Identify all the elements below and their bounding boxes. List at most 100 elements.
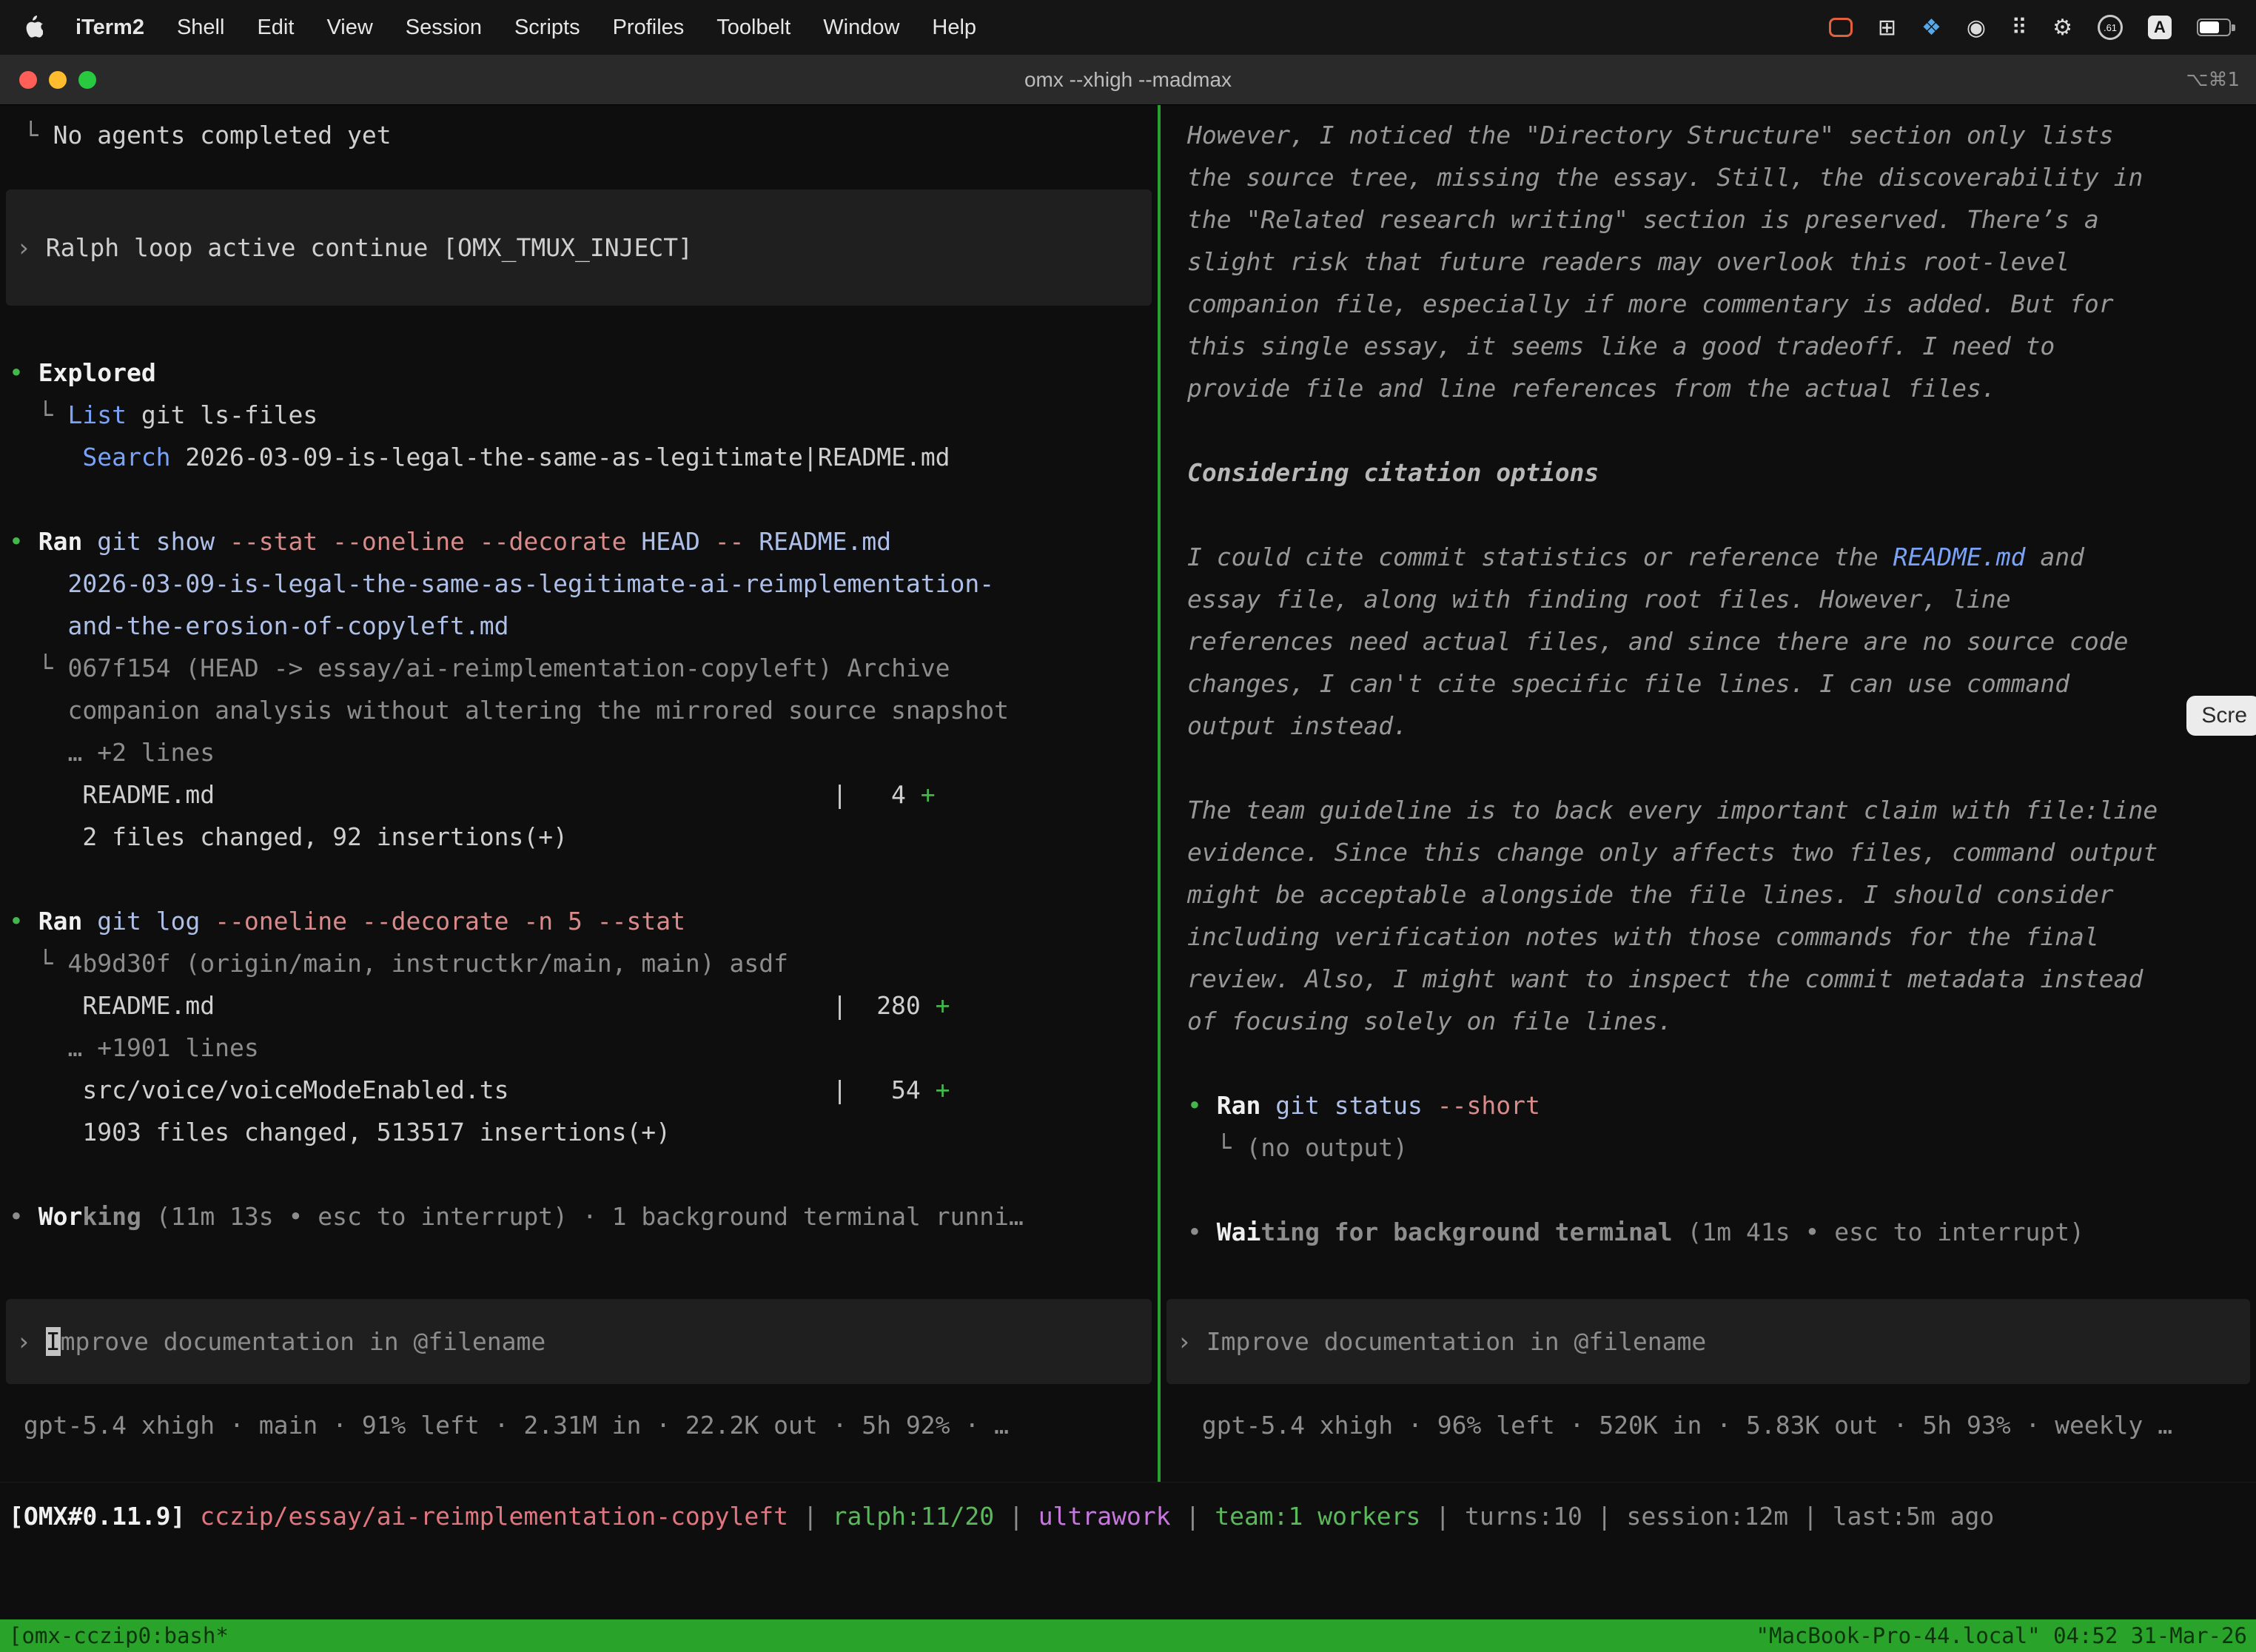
terminal-line: README.md | 4 +	[0, 773, 1158, 816]
text-segment	[9, 443, 82, 471]
text-segment: essay file, along with finding root file…	[1187, 585, 2011, 614]
text-segment: slight risk that future readers may over…	[1187, 247, 2069, 276]
terminal-line: └ 4b9d30f (origin/main, instructkr/main,…	[0, 942, 1158, 984]
close-window-button[interactable]	[19, 71, 37, 89]
spacer	[1161, 747, 2256, 789]
menu-item-session[interactable]: Session	[389, 16, 498, 40]
text-segment: README.md | 4	[9, 780, 921, 809]
text-segment: └	[9, 400, 67, 429]
text-segment: gpt-5.4 xhigh · main · 91% left · 2.31M …	[9, 1411, 1009, 1440]
text-segment	[185, 1502, 200, 1531]
text-segment: cczip/essay/ai-reimplementation-copyleft	[200, 1502, 788, 1531]
window-title-bar[interactable]: omx --xhigh --madmax ⌥⌘1	[0, 55, 2256, 105]
text-segment: Wor	[38, 1202, 83, 1231]
spacer	[0, 858, 1158, 900]
terminal-line: README.md | 280 +	[0, 984, 1158, 1027]
terminal-line: review. Also, I might want to inspect th…	[1161, 958, 2256, 1000]
text-segment: •	[9, 907, 38, 936]
terminal-line: references need actual files, and since …	[1161, 620, 2256, 662]
spacer	[0, 1153, 1158, 1195]
text-segment: Ran	[38, 527, 83, 556]
text-segment: review. Also, I might want to inspect th…	[1187, 964, 2143, 993]
text-segment: 2026-03-09-is-legal-the-same-as-legitima…	[9, 569, 994, 598]
terminal-line: └ List git ls-files	[0, 394, 1158, 436]
spacer	[1161, 409, 2256, 451]
terminal-line: and-the-erosion-of-copyleft.md	[0, 605, 1158, 647]
terminal-line: └ 067f154 (HEAD -> essay/ai-reimplementa…	[0, 647, 1158, 689]
input-placeholder: mprove documentation in @filename	[61, 1327, 546, 1356]
window-title: omx --xhigh --madmax	[0, 68, 2256, 92]
settings-gear-icon[interactable]: ⚙	[2052, 15, 2072, 41]
window-shortcut-label: ⌥⌘1	[2186, 69, 2256, 91]
menu-item-window[interactable]: Window	[807, 16, 916, 40]
app-status-icon[interactable]: ❖	[1921, 15, 1941, 41]
menu-item-edit[interactable]: Edit	[241, 16, 310, 40]
terminal-line: including verification notes with those …	[1161, 916, 2256, 958]
menu-item-toolbelt[interactable]: Toolbelt	[700, 16, 807, 40]
gauge-icon[interactable]: .61	[2098, 15, 2123, 40]
grid-menu-icon[interactable]: ⠿	[2011, 15, 2027, 41]
right-pane[interactable]: However, I noticed the "Directory Struct…	[1161, 105, 2256, 1482]
text-segment: |	[1420, 1502, 1465, 1531]
text-segment: +	[936, 1075, 950, 1104]
menu-item-scripts[interactable]: Scripts	[498, 16, 597, 40]
round-app-icon[interactable]: ◉	[1967, 15, 1986, 41]
text-segment: might be acceptable alongside the file l…	[1187, 880, 2114, 909]
terminal-line: 2 files changed, 92 insertions(+)	[0, 816, 1158, 858]
model-status-line-left: gpt-5.4 xhigh · main · 91% left · 2.31M …	[0, 1404, 1158, 1446]
text-segment: └	[9, 121, 53, 150]
text-segment: ting for background terminal	[1260, 1218, 1672, 1246]
window-tiling-icon[interactable]: ⊞	[1878, 15, 1896, 41]
terminal-line: output instead.	[1161, 705, 2256, 747]
terminal-line: 1903 files changed, 513517 insertions(+)	[0, 1111, 1158, 1153]
left-pane[interactable]: └ No agents completed yet › Ralph loop ac…	[0, 105, 1158, 1482]
text-segment: references need actual files, and since …	[1187, 627, 2129, 656]
screen-recording-indicator[interactable]	[1829, 18, 1853, 37]
text-segment: the "Related research writing" section i…	[1187, 205, 2099, 234]
menu-item-shell[interactable]: Shell	[161, 16, 241, 40]
tmux-panes: └ No agents completed yet › Ralph loop ac…	[0, 105, 2256, 1483]
text-segment: •	[1187, 1218, 1217, 1246]
text-segment: (1m 41s • esc to interrupt)	[1688, 1218, 2084, 1246]
zoom-window-button[interactable]	[78, 71, 96, 89]
text-segment: Explored	[38, 358, 156, 387]
text-segment: README.md	[1893, 543, 2026, 571]
terminal-line: However, I noticed the "Directory Struct…	[1161, 114, 2256, 156]
terminal-line: this single essay, it seems like a good …	[1161, 325, 2256, 367]
screen-share-tooltip: Scre	[2186, 696, 2256, 736]
menu-item-help[interactable]: Help	[916, 16, 993, 40]
prompt-input-left[interactable]: › Improve documentation in @filename	[6, 1299, 1152, 1384]
traffic-lights	[0, 71, 96, 89]
text-segment: src/voice/voiceModeEnabled.ts | 54	[9, 1075, 936, 1104]
text-segment: No agents completed yet	[53, 121, 392, 150]
text-segment: git status	[1275, 1091, 1437, 1120]
terminal-line: provide file and line references from th…	[1161, 367, 2256, 409]
input-source-icon[interactable]: A	[2148, 16, 2172, 39]
terminal-line: the "Related research writing" section i…	[1161, 198, 2256, 241]
model-status-line-right: gpt-5.4 xhigh · 96% left · 520K in · 5.8…	[1161, 1404, 2256, 1446]
screen: iTerm2 Shell Edit View Session Scripts P…	[0, 0, 2256, 1652]
text-segment: changes, I can't cite specific file line…	[1187, 669, 2069, 698]
terminal-line: the source tree, missing the essay. Stil…	[1161, 156, 2256, 198]
menu-item-view[interactable]: View	[310, 16, 389, 40]
explored-header: • Explored	[0, 352, 1158, 394]
tmux-status-bar: [omx-cczip0:bash* "MacBook-Pro-44.local"…	[0, 1619, 2256, 1652]
text-segment: git ls-files	[127, 400, 318, 429]
battery-icon[interactable]	[2197, 19, 2231, 36]
reasoning-heading: Considering citation options	[1161, 451, 2256, 494]
menu-item-profiles[interactable]: Profiles	[597, 16, 701, 40]
minimize-window-button[interactable]	[49, 71, 67, 89]
text-segment: 2026-03-09-is-legal-the-same-as-legitima…	[171, 443, 950, 471]
terminal-line: 2026-03-09-is-legal-the-same-as-legitima…	[0, 563, 1158, 605]
text-segment	[141, 1202, 156, 1231]
menu-bar: iTerm2 Shell Edit View Session Scripts P…	[0, 0, 2256, 55]
spacer	[1161, 1042, 2256, 1084]
text-segment: team:1 workers	[1215, 1502, 1420, 1531]
apple-menu-icon[interactable]	[24, 13, 49, 42]
user-message-panel: › Ralph loop active continue [OMX_TMUX_I…	[6, 189, 1152, 306]
text-segment: |	[788, 1502, 833, 1531]
text-segment: However, I noticed the "Directory Struct…	[1187, 121, 2114, 150]
prompt-chevron: ›	[16, 233, 46, 262]
menu-item-iterm2[interactable]: iTerm2	[59, 16, 161, 40]
prompt-input-right[interactable]: › Improve documentation in @filename	[1166, 1299, 2250, 1384]
